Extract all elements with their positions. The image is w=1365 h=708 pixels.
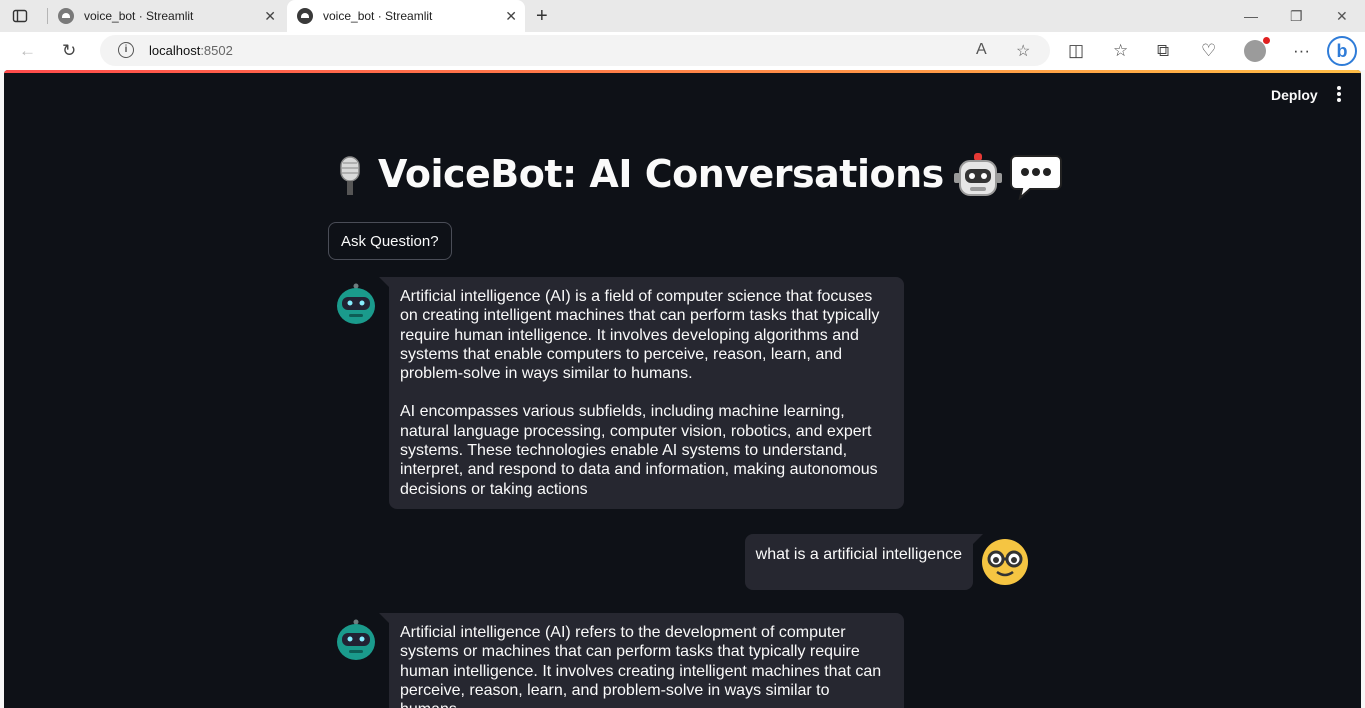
back-icon[interactable]: ← [19, 42, 36, 60]
collections-icon[interactable]: ⧉ [1157, 42, 1169, 60]
ask-question-button[interactable]: Ask Question? [328, 222, 452, 260]
message-paragraph: AI encompasses various subfields, includ… [400, 403, 878, 498]
main-menu-icon[interactable] [1337, 86, 1341, 104]
close-tab-icon[interactable]: ✕ [264, 9, 276, 23]
refresh-icon[interactable]: ↻ [62, 42, 76, 60]
microphone-icon [340, 155, 360, 195]
profile-avatar-icon[interactable] [1244, 37, 1270, 62]
browser-toolbar: ← ↻ i localhost:8502 A ☆ ◫ ☆ ⧉ ♡ ··· b [0, 32, 1365, 70]
address-bar[interactable]: i localhost:8502 A ☆ [100, 35, 1050, 66]
tab-actions-icon[interactable] [12, 8, 28, 24]
restore-icon[interactable]: ❐ [1290, 8, 1303, 25]
speech-bubble-icon [1009, 154, 1062, 200]
close-tab-icon[interactable]: ✕ [505, 9, 517, 23]
favorite-star-icon[interactable]: ☆ [1016, 41, 1030, 61]
bot-avatar-icon [337, 283, 375, 324]
browser-tab-2-active[interactable]: voice_bot · Streamlit ✕ [287, 0, 525, 32]
site-info-icon[interactable]: i [118, 42, 134, 58]
user-bubble: what is a artificial intelligence [744, 534, 984, 591]
assistant-message: Artificial intelligence (AI) is a field … [336, 277, 904, 509]
app-viewport: Deploy VoiceBot: AI Conversations Ask Qu… [4, 70, 1361, 708]
deploy-button[interactable]: Deploy [1271, 87, 1318, 103]
nerd-face-avatar-icon [982, 539, 1028, 585]
split-screen-icon[interactable]: ◫ [1068, 42, 1084, 60]
message-paragraph: Artificial intelligence (AI) is a field … [400, 288, 880, 383]
bot-avatar-icon [337, 619, 375, 660]
user-message: what is a artificial intelligence [628, 534, 1029, 591]
read-aloud-icon[interactable]: A [976, 41, 987, 59]
message-text: what is a artificial intelligence [755, 546, 962, 563]
title-text: VoiceBot: AI Conversations [378, 152, 944, 196]
minimize-icon[interactable]: — [1244, 8, 1258, 24]
copilot-icon[interactable]: b [1327, 36, 1357, 66]
tab-title: voice_bot · Streamlit [323, 9, 433, 23]
assistant-message: Artificial intelligence (AI) refers to t… [336, 613, 904, 708]
new-tab-icon[interactable]: + [536, 6, 548, 26]
robot-icon [953, 152, 1002, 196]
page-title: VoiceBot: AI Conversations [330, 152, 1062, 201]
favorites-icon[interactable]: ☆ [1113, 42, 1128, 60]
url-text[interactable]: localhost:8502 [149, 43, 233, 58]
message-paragraph: Artificial intelligence (AI) refers to t… [400, 624, 882, 708]
browser-essentials-icon[interactable]: ♡ [1201, 42, 1216, 60]
streamlit-favicon-icon [297, 8, 313, 24]
tab-title: voice_bot · Streamlit [84, 9, 194, 23]
assistant-bubble: Artificial intelligence (AI) is a field … [379, 277, 904, 509]
browser-tab-1[interactable]: voice_bot · Streamlit ✕ [48, 0, 284, 32]
streamlit-favicon-icon [58, 8, 74, 24]
close-window-icon[interactable]: ✕ [1336, 8, 1348, 25]
assistant-bubble: Artificial intelligence (AI) refers to t… [379, 613, 904, 708]
header-decoration [4, 70, 1361, 73]
more-options-icon[interactable]: ··· [1293, 42, 1310, 60]
browser-tab-strip: voice_bot · Streamlit ✕ voice_bot · Stre… [0, 0, 1365, 32]
